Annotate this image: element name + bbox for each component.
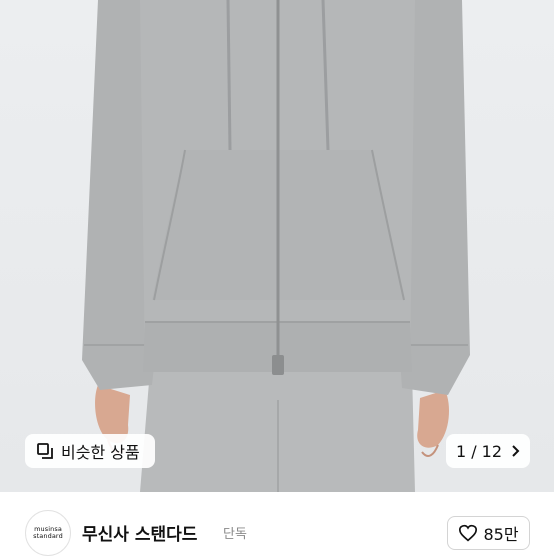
gallery-counter: 1 / 12	[455, 441, 503, 461]
brand-name[interactable]: 무신사 스탠다드	[82, 520, 197, 545]
chevron-right-icon	[512, 445, 520, 457]
brand-logo-line2: standard	[33, 532, 63, 540]
product-image[interactable]	[0, 0, 554, 492]
similar-products-label: 비슷한 상품	[61, 443, 140, 462]
similar-items-icon	[37, 443, 53, 459]
brand-logo[interactable]: musinsa standard	[25, 510, 71, 556]
similar-products-button[interactable]: 비슷한 상품	[25, 434, 155, 468]
heart-icon	[459, 524, 478, 542]
like-count: 85만	[483, 525, 519, 544]
exclusive-badge: 단독	[223, 527, 247, 542]
like-button[interactable]: 85만	[447, 516, 530, 550]
gallery-counter-button[interactable]: 1 / 12	[446, 434, 530, 468]
product-photo-hoodie	[82, 0, 470, 492]
